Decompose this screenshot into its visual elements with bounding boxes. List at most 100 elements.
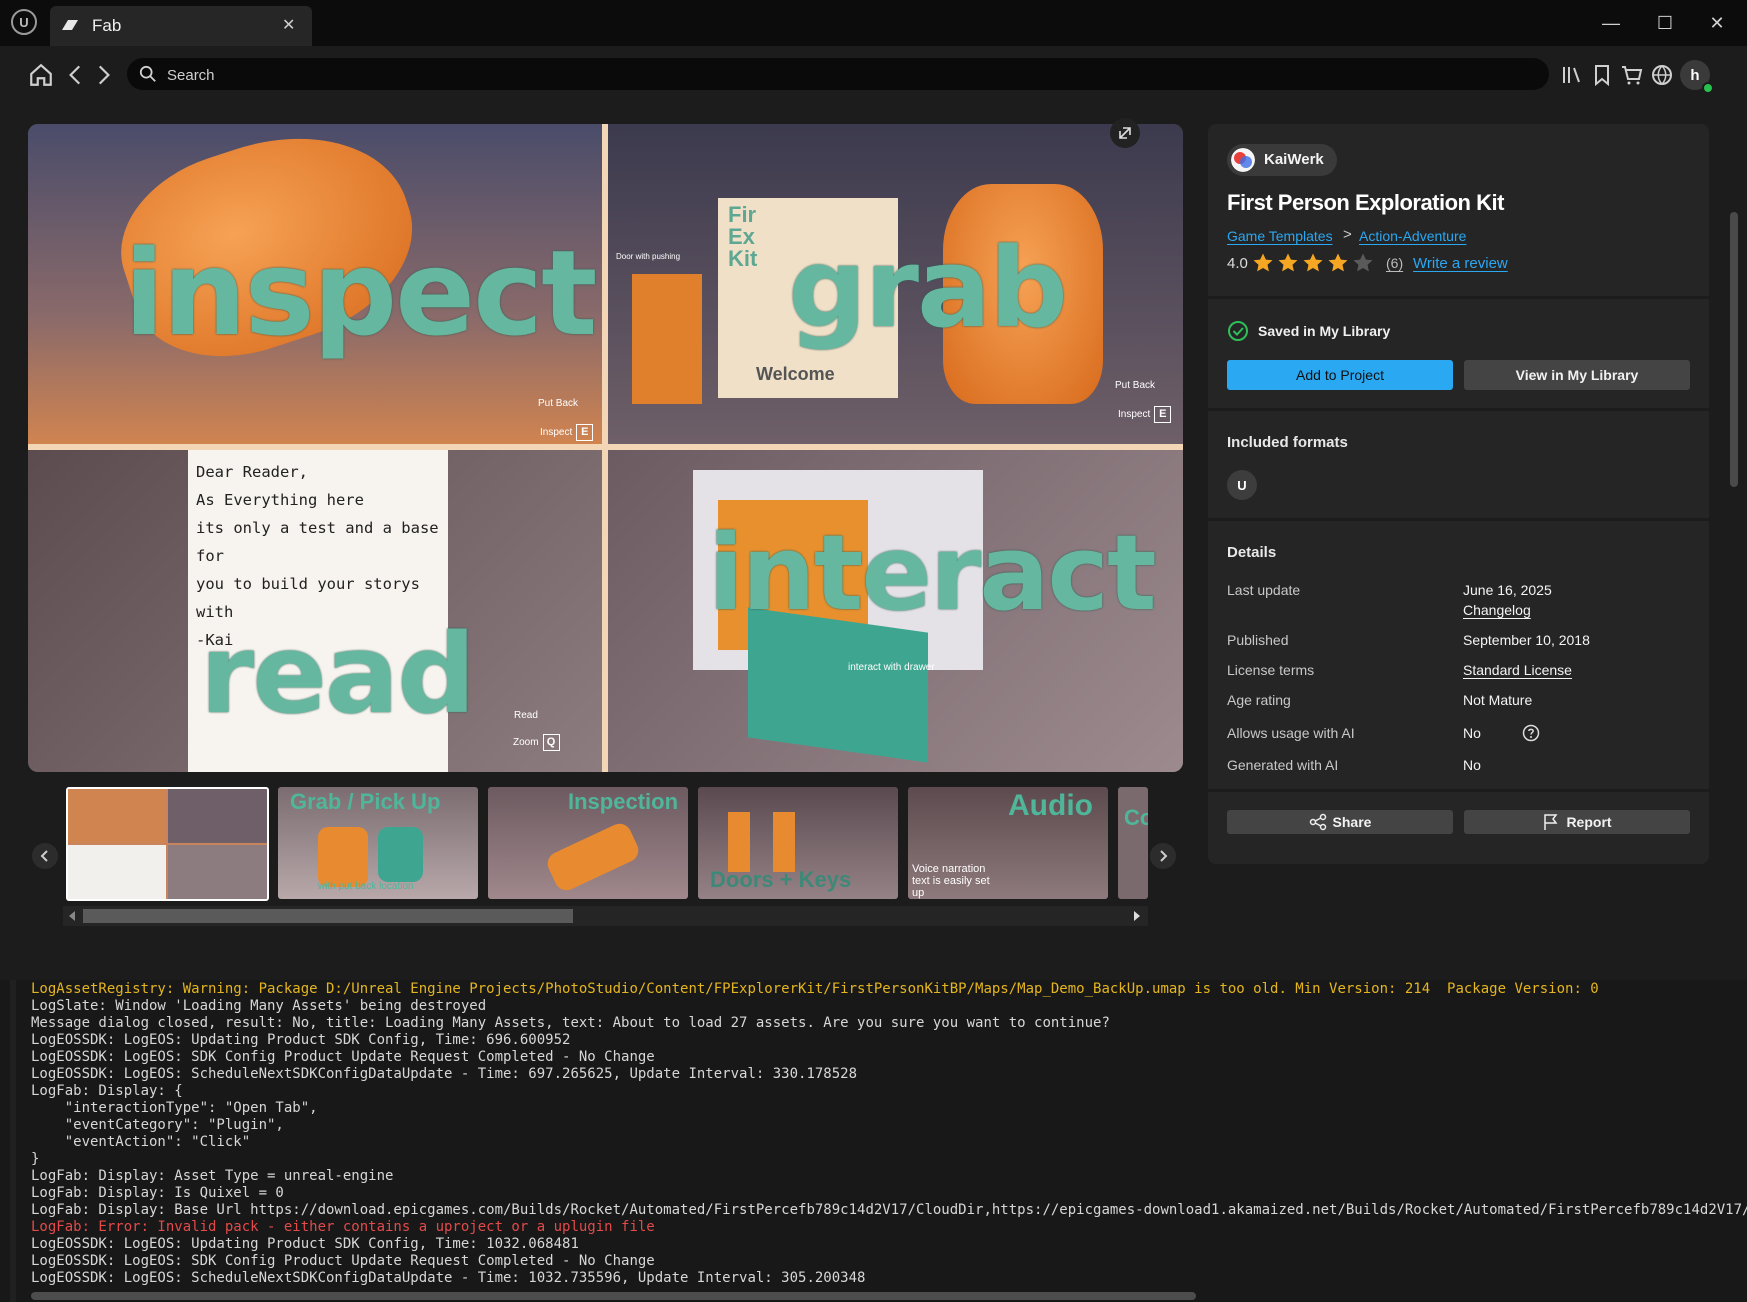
thumbnail-scrollbar[interactable] (63, 906, 1148, 926)
log-horizontal-scrollbar[interactable] (31, 1292, 1196, 1300)
thumbnail-4-label: Doors + Keys (710, 867, 852, 892)
thumbnail-1[interactable] (66, 787, 269, 901)
chevron-right-icon (1160, 850, 1168, 862)
log-lines: LogAssetRegistry: Warning: Package D:/Un… (31, 981, 1747, 1287)
thumbnail-next-button[interactable] (1150, 843, 1176, 869)
published-value: September 10, 2018 (1463, 632, 1590, 648)
seller-name: KaiWerk (1264, 151, 1324, 168)
expand-icon[interactable] (1110, 118, 1140, 148)
log-line: "interactionType": "Open Tab", (31, 1100, 318, 1116)
fab-logo-icon (62, 20, 78, 30)
share-button[interactable]: Share (1227, 810, 1453, 834)
log-gutter (10, 980, 16, 1302)
star-filled-icon (1303, 253, 1323, 272)
tab-close-icon[interactable]: ✕ (282, 15, 295, 35)
put-back-label: Put Back (538, 398, 579, 409)
report-button[interactable]: Report (1464, 810, 1690, 834)
product-info-panel: KaiWerk First Person Exploration Kit Gam… (1208, 124, 1709, 864)
read-label: Read (514, 710, 538, 721)
put-back-hint: Put Back (538, 398, 578, 409)
letter-line-3: its only a test and a base for (196, 519, 439, 565)
forward-icon[interactable] (90, 62, 116, 88)
star-empty-icon (1353, 253, 1373, 272)
age-rating-value: Not Mature (1463, 692, 1533, 708)
bookmark-icon[interactable] (1590, 63, 1614, 87)
thumbnail-2[interactable]: Grab / Pick Up with put back location (278, 787, 478, 899)
view-in-library-button[interactable]: View in My Library (1464, 360, 1690, 390)
thumbnail-prev-button[interactable] (32, 843, 58, 869)
letter-paper: Dear Reader, As Everything here its only… (188, 450, 476, 772)
thumbnail-6[interactable]: Co (1118, 787, 1148, 899)
library-icon[interactable] (1560, 63, 1584, 87)
scrollbar-thumb[interactable] (83, 909, 573, 923)
minimize-icon[interactable]: — (1596, 8, 1626, 38)
drawer-hint: interact with drawer (848, 662, 935, 673)
hero-quad-inspect: inspect Put Back Inspect E (28, 124, 602, 444)
thumbnail-3[interactable]: Inspection (488, 787, 688, 899)
thumbnail-2-sub: with put back location (318, 881, 414, 892)
product-title: First Person Exploration Kit (1227, 190, 1504, 215)
search-bar[interactable] (127, 58, 1549, 92)
help-icon[interactable] (1522, 724, 1540, 742)
hero-image[interactable]: inspect Put Back Inspect E Fir Ex Kit Welco… (28, 124, 1183, 772)
category-link[interactable]: Game Templates (1227, 228, 1333, 244)
last-update-value: June 16, 2025 (1463, 582, 1552, 598)
inspect-label-2: Inspect (1118, 409, 1151, 421)
hero-quad-grab: Fir Ex Kit Welcome Door with pushing grab … (608, 124, 1183, 444)
tab-fab[interactable]: Fab ✕ (50, 6, 312, 46)
globe-icon[interactable] (1650, 63, 1674, 87)
thumb-3-vase (543, 819, 643, 895)
thumbnail-4[interactable]: Doors + Keys (698, 787, 898, 899)
log-line: LogFab: Display: Asset Type = unreal-eng… (31, 1168, 394, 1184)
letter-line-1: Dear Reader, (196, 463, 308, 481)
inspect-label: Inspect (540, 427, 573, 439)
thumbnail-3-label: Inspection (568, 789, 679, 814)
thumbnail-5-sub: Voice narration text is easily set up (912, 863, 990, 899)
panel-divider (1208, 408, 1709, 411)
search-input[interactable] (165, 58, 1529, 92)
hero-word-inspect: inspect (124, 224, 598, 362)
log-line: LogFab: Display: { (31, 1083, 183, 1099)
hero-word-interact: interact (708, 512, 1157, 634)
home-icon[interactable] (28, 62, 54, 88)
seller-chip[interactable]: KaiWerk (1227, 144, 1337, 176)
last-update-label: Last update (1227, 582, 1301, 598)
key-q: Q (542, 734, 560, 751)
search-icon (139, 65, 156, 82)
breadcrumb-separator: > (1343, 226, 1352, 243)
unreal-engine-logo-icon[interactable]: U (11, 9, 37, 35)
log-line: LogEOSSDK: LogEOS: SDK Config Product Up… (31, 1049, 655, 1065)
format-icon-letter: U (1237, 477, 1247, 493)
hero-quad-interact: interact interact with drawer (608, 450, 1183, 772)
back-icon[interactable] (63, 62, 89, 88)
key-e: E (576, 424, 594, 441)
inspect-hint: Inspect E (540, 424, 594, 441)
panel-divider (1208, 789, 1709, 792)
subcategory-link[interactable]: Action-Adventure (1359, 228, 1466, 244)
unreal-engine-format-icon[interactable]: U (1227, 470, 1257, 500)
cart-icon[interactable] (1620, 63, 1644, 87)
thumbnail-5[interactable]: Audio Voice narration text is easily set… (908, 787, 1108, 899)
put-back-label-2: Put Back (1115, 380, 1156, 391)
license-link[interactable]: Standard License (1463, 662, 1572, 678)
log-line: LogEOSSDK: LogEOS: SDK Config Product Up… (31, 1253, 655, 1269)
log-line: } (31, 1151, 40, 1167)
maximize-icon[interactable]: ☐ (1650, 8, 1680, 38)
poster-line-3: Kit (728, 246, 758, 271)
rating-count[interactable]: (6) (1386, 255, 1403, 271)
write-review-link[interactable]: Write a review (1413, 255, 1508, 272)
flag-icon (1544, 814, 1558, 830)
thumb-2-jar-teal (378, 827, 423, 882)
log-line: LogFab: Display: Is Quixel = 0 (31, 1185, 284, 1201)
page-scrollbar[interactable] (1730, 212, 1738, 487)
log-line: LogAssetRegistry: Warning: Package D:/Un… (31, 981, 1599, 997)
scroll-left-icon[interactable] (68, 911, 76, 921)
thumb-1-quad-inspect (68, 789, 166, 843)
changelog-link[interactable]: Changelog (1463, 602, 1531, 618)
add-to-project-button[interactable]: Add to Project (1227, 360, 1453, 390)
close-icon[interactable]: ✕ (1702, 8, 1732, 38)
thumb-1-quad-read (68, 845, 166, 899)
hero-quad-read: Dear Reader, As Everything here its only… (28, 450, 602, 772)
scroll-right-icon[interactable] (1133, 911, 1141, 921)
chevron-left-icon (40, 850, 48, 862)
